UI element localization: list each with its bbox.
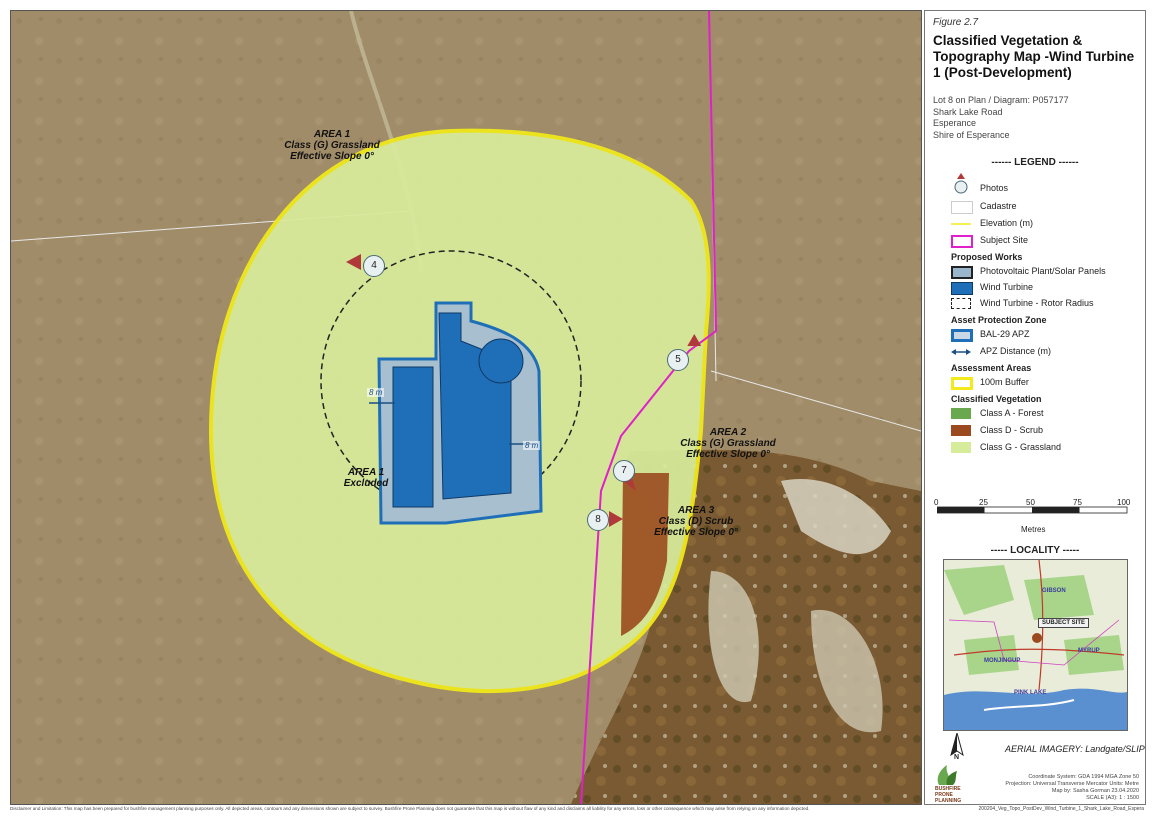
class-d-swatch	[951, 425, 971, 436]
legend-apz-distance: APZ Distance (m)	[980, 346, 1052, 356]
label-line: Class (G) Grassland	[284, 140, 380, 151]
scale-tick-0: 0	[934, 498, 939, 507]
cadastre-swatch	[951, 201, 973, 214]
label-line: AREA 2	[709, 427, 747, 438]
map-area[interactable]: AREA 1 Class (G) Grassland Effective Slo…	[10, 10, 922, 805]
label-line: Effective Slope 0°	[290, 151, 374, 162]
legend-heading: ------ LEGEND ------	[991, 157, 1079, 168]
photo-point-4[interactable]: 4	[363, 255, 385, 277]
legend-bal29: BAL-29 APZ	[980, 329, 1030, 339]
legend-rotor-radius: Wind Turbine - Rotor Radius	[980, 298, 1094, 308]
map-title: Classified Vegetation & Topography Map -…	[933, 33, 1135, 80]
label-line: AREA 1	[347, 467, 385, 478]
locality-pink-lake: PINK LAKE	[1014, 690, 1047, 696]
photo-point-8[interactable]: 8	[587, 509, 609, 531]
label-area1: AREA 1 Class (G) Grassland Effective Slo…	[267, 129, 397, 162]
label-line: Class (G) Grassland	[680, 438, 776, 449]
legend-photos: Photos	[980, 183, 1009, 193]
site-line: Shark Lake Road	[933, 106, 1003, 117]
bushfire-prone-planning-logo-icon	[937, 765, 957, 785]
legend-group-apz: Asset Protection Zone	[951, 315, 1047, 325]
rotor-radius-swatch	[951, 298, 971, 309]
coordinate-info: Coordinate System: GDA 1994 MGA Zone 50 …	[991, 774, 1139, 802]
wind-turbine-footprint	[478, 338, 524, 384]
buffer-swatch	[951, 377, 973, 390]
legend-elevation: Elevation (m)	[980, 218, 1034, 228]
legend-group-proposed-works: Proposed Works	[951, 252, 1023, 262]
apz-distance-label-1: 8 m	[367, 388, 385, 397]
legend-class-d: Class D - Scrub	[980, 425, 1044, 435]
locality-myrup: MYRUP	[1078, 648, 1100, 654]
locality-map[interactable]: SUBJECT SITE GIBSON MONJINGUP MYRUP PINK…	[943, 559, 1128, 731]
label-area2: AREA 2 Class (G) Grassland Effective Slo…	[663, 427, 793, 460]
site-details: Lot 8 on Plan / Diagram: P057177 Shark L…	[933, 95, 1069, 141]
label-line: Class (D) Scrub	[658, 516, 734, 527]
label-area3: AREA 3 Class (D) Scrub Effective Slope 0…	[641, 505, 751, 538]
bal29-swatch	[951, 329, 973, 342]
map-canvas	[11, 11, 921, 804]
figure-number: Figure 2.7	[933, 17, 979, 28]
label-line: Effective Slope 0°	[654, 527, 738, 538]
apz-distance-label-2: 8 m	[523, 441, 541, 450]
locality-subject-site-label: SUBJECT SITE	[1038, 618, 1090, 628]
legend-wind-turbine: Wind Turbine	[980, 282, 1034, 292]
legend-group-classified-veg: Classified Vegetation	[951, 394, 1042, 404]
scale-tick-50: 50	[1026, 498, 1035, 507]
locality-heading: ----- LOCALITY -----	[990, 545, 1080, 556]
logo-text: BUSHFIRE PRONE PLANNING	[935, 786, 962, 804]
subject-site-swatch	[951, 235, 973, 248]
scale-tick-100: 100	[1117, 498, 1131, 507]
coord-line: Coordinate System: GDA 1994 MGA Zone 50	[1028, 774, 1139, 780]
site-line: Esperance	[933, 118, 977, 128]
scale-tick-25: 25	[979, 498, 988, 507]
photo-point-5[interactable]: 5	[667, 349, 689, 371]
legend-buffer: 100m Buffer	[980, 377, 1029, 387]
coord-line: Projection: Universal Transverse Mercato…	[1005, 781, 1139, 787]
legend-group-assessment: Assessment Areas	[951, 363, 1032, 373]
site-line: Shire of Esperance	[933, 129, 1010, 140]
locality-monjingup: MONJINGUP	[984, 658, 1021, 664]
wind-turbine-swatch	[951, 282, 973, 295]
coord-line: SCALE (A3): 1 : 1500	[1086, 795, 1139, 801]
file-name: 200204_Veg_Topo_PostDev_Wind_Turbine_1_S…	[978, 806, 1145, 812]
class-g-swatch	[951, 442, 971, 453]
legend-pv-plant: Photovoltaic Plant/Solar Panels	[980, 266, 1106, 276]
map-sidebar: Figure 2.7 Classified Vegetation & Topog…	[924, 10, 1146, 805]
photos-icon	[954, 173, 968, 194]
elevation-swatch	[951, 223, 971, 225]
label-line: AREA 1	[313, 129, 351, 140]
locality-map-graphic	[944, 560, 1127, 730]
apz-distance-icon	[951, 349, 971, 355]
class-a-swatch	[951, 408, 971, 419]
legend-subject-site: Subject Site	[980, 235, 1029, 245]
disclaimer-text: Disclaimer and Limitation: This map has …	[10, 806, 810, 811]
pv-plant-swatch	[951, 266, 973, 279]
site-line: Lot 8 on Plan / Diagram: P057177	[933, 95, 1069, 105]
scale-unit: Metres	[1021, 525, 1046, 534]
label-area1-excluded: AREA 1 Excluded	[321, 467, 411, 489]
north-label: N	[954, 754, 960, 761]
label-line: Excluded	[343, 478, 389, 489]
coord-line: Map by: Sasha Gorman 23.04.2020	[1051, 788, 1139, 794]
imagery-credit: AERIAL IMAGERY: Landgate/SLIP	[1005, 744, 1145, 754]
scale-bar	[937, 506, 1128, 514]
legend-class-g: Class G - Grassland	[980, 442, 1062, 452]
photo-point-7[interactable]: 7	[613, 460, 635, 482]
legend-class-a: Class A - Forest	[980, 408, 1044, 418]
legend-cadastre: Cadastre	[980, 201, 1017, 211]
label-line: AREA 3	[677, 505, 715, 516]
label-line: Effective Slope 0°	[686, 449, 770, 460]
locality-gibson: GIBSON	[1042, 588, 1066, 594]
scale-tick-75: 75	[1073, 498, 1082, 507]
